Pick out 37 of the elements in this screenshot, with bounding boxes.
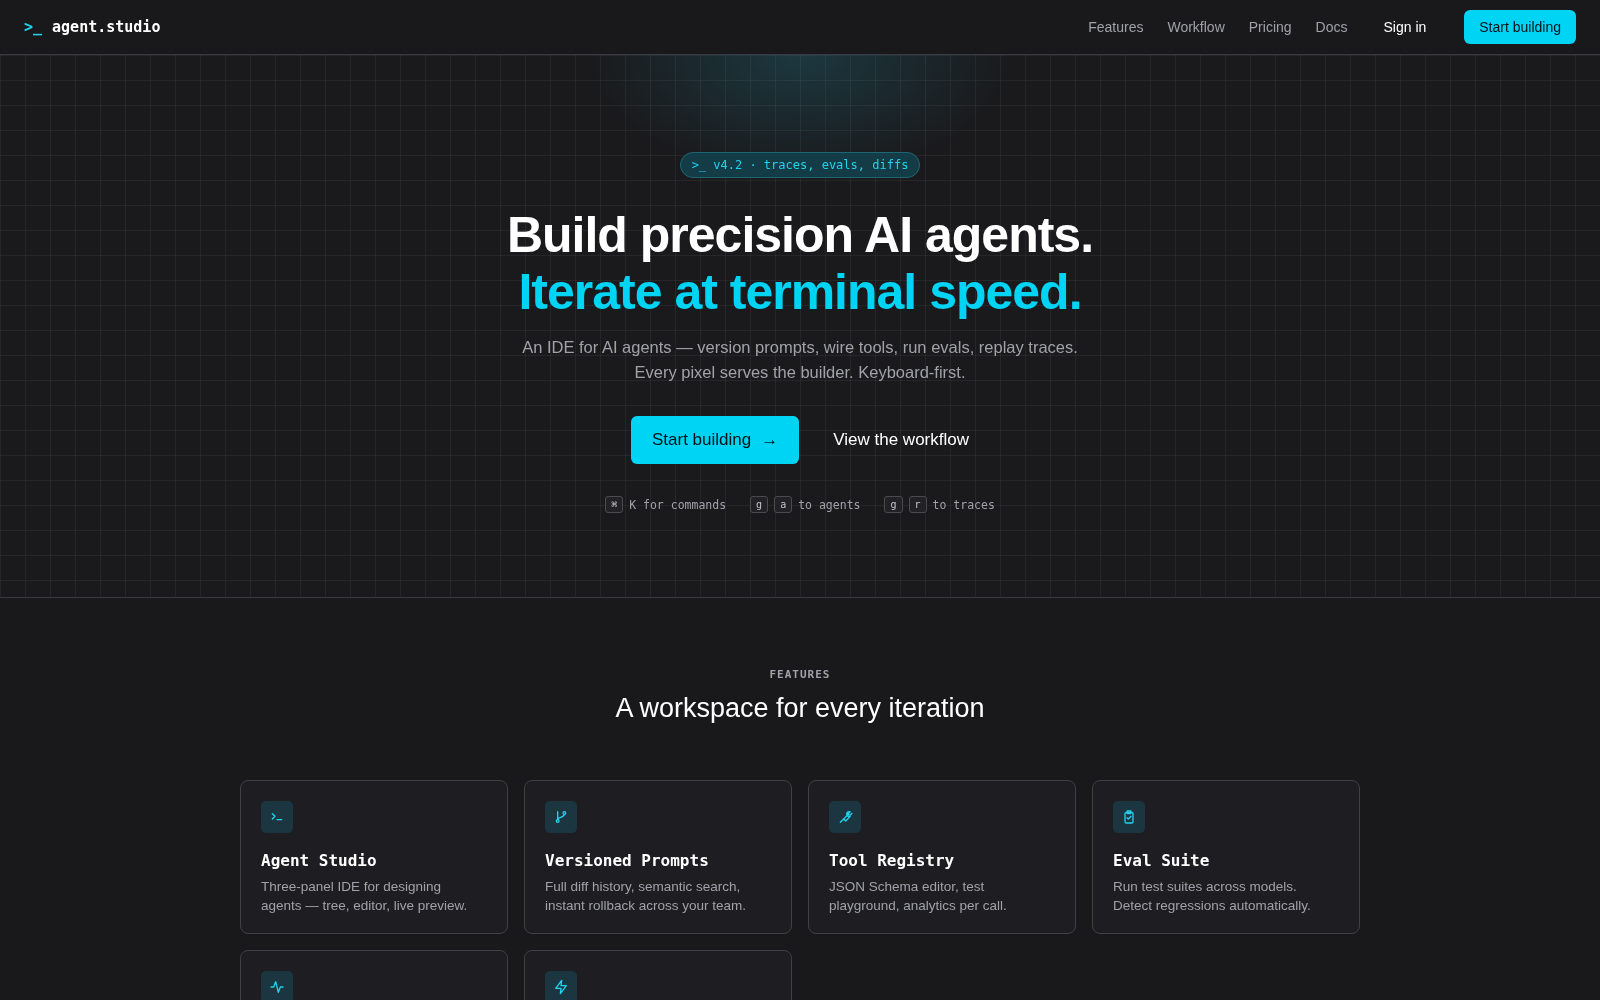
- branch-icon: [553, 809, 569, 825]
- shortcut-hint: to agents: [798, 497, 861, 512]
- feature-title: Versioned Prompts: [545, 851, 710, 870]
- feature-description: JSON Schema editor, test playground, analytics per call.: [829, 878, 1008, 915]
- start-building-button[interactable]: Start building: [1464, 10, 1576, 44]
- key-cap: a: [774, 496, 793, 513]
- nav-link[interactable]: Features: [1088, 19, 1144, 35]
- feature-description: Full diff history, semantic search, instant rollback across your team.: [545, 878, 748, 915]
- hero-subtitle: An IDE for AI agents — version prompts, wire tools, run evals, replay traces.: [522, 337, 1078, 357]
- nav-link[interactable]: Workflow: [1167, 19, 1225, 35]
- feature-description: Three-panel IDE for designing agents — tree, editor, live preview.: [261, 878, 469, 915]
- pulse-icon: [269, 979, 285, 995]
- hero-subtitle: Every pixel serves the builder. Keyboard-first.: [634, 362, 966, 382]
- logo-link[interactable]: >_ agent.studio: [24, 18, 161, 36]
- sign-in-link[interactable]: Sign in: [1383, 19, 1427, 35]
- feature-title: Tool Registry: [829, 851, 956, 870]
- feature-description: Run test suites across models. Detect regressions automatically.: [1113, 878, 1312, 915]
- hero-title-accent: Iterate at terminal speed.: [517, 264, 1083, 321]
- nav-link[interactable]: Pricing: [1248, 19, 1292, 35]
- key-cap: g: [750, 496, 769, 513]
- shortcut-hint: K for commands: [629, 497, 727, 512]
- start-building-button[interactable]: Start building →: [631, 416, 800, 464]
- section-heading: A workspace for every iteration: [615, 693, 985, 724]
- key-cap: g: [884, 496, 903, 513]
- section-eyebrow: FEATURES: [769, 668, 831, 681]
- key-cap: r: [908, 496, 927, 513]
- nav-link[interactable]: Docs: [1315, 19, 1348, 35]
- shortcut-hint: to traces: [932, 497, 995, 512]
- version-badge: >_ v4.2 · traces, evals, diffs: [679, 152, 921, 178]
- clipboard-check-icon: [1121, 809, 1137, 825]
- feature-title: Eval Suite: [1113, 851, 1211, 870]
- hero-title: Build precision AI agents.: [506, 207, 1094, 264]
- key-cap: ⌘: [605, 496, 624, 513]
- lightning-icon: [553, 979, 569, 995]
- view-workflow-link[interactable]: View the workflow: [833, 430, 969, 450]
- wrench-icon: [837, 809, 853, 825]
- feature-title: Agent Studio: [261, 851, 378, 870]
